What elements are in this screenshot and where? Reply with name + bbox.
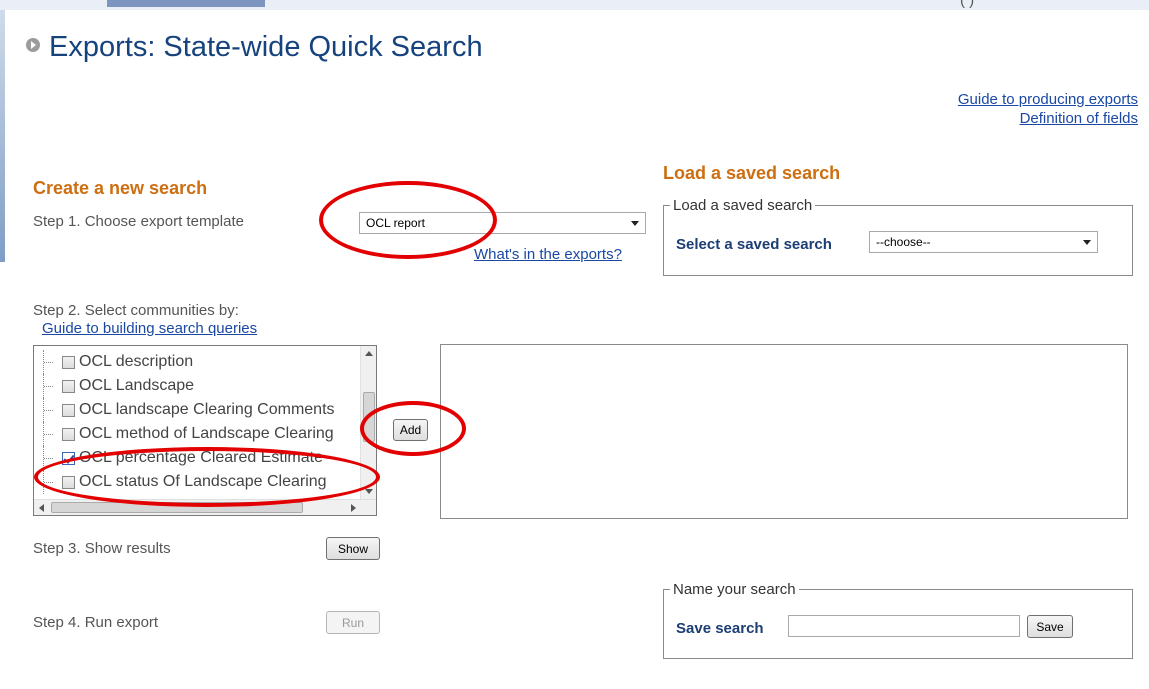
- active-tab-indicator: [107, 0, 265, 7]
- vertical-scrollbar[interactable]: [360, 346, 376, 499]
- tree-item[interactable]: OCL percentage Cleared Estimate: [40, 446, 323, 470]
- scroll-up-arrow-icon[interactable]: [365, 351, 373, 356]
- tree-item[interactable]: OCL method of Landscape Clearing: [40, 422, 334, 446]
- save-button[interactable]: Save: [1027, 615, 1073, 638]
- tree-connector-icon: [40, 350, 58, 374]
- page-title-text: Exports: State-wide Quick Search: [49, 31, 483, 63]
- top-paren-text: ( ): [960, 0, 975, 9]
- scroll-thumb[interactable]: [363, 392, 375, 442]
- select-saved-search-label: Select a saved search: [676, 236, 832, 253]
- scroll-thumb[interactable]: [51, 502, 303, 513]
- tree-connector-icon: [40, 398, 58, 422]
- run-button[interactable]: Run: [326, 611, 380, 634]
- saved-search-select[interactable]: --choose--: [869, 231, 1098, 253]
- guide-links: Guide to producing exports Definition of…: [958, 90, 1138, 128]
- left-accent-bar: [0, 10, 5, 262]
- tree-item-checkbox[interactable]: [62, 427, 75, 441]
- tree-connector-icon: [40, 422, 58, 446]
- page-title: Exports: State-wide Quick Search: [26, 31, 483, 64]
- create-new-search-heading: Create a new search: [33, 178, 208, 198]
- step4-label: Step 4. Run export: [33, 614, 159, 631]
- tree-item-checkbox[interactable]: [62, 475, 75, 489]
- scroll-down-arrow-icon[interactable]: [365, 489, 373, 494]
- tree-item-label: OCL Landscape: [79, 377, 195, 394]
- tree-item-label: OCL status Of Landscape Clearing: [79, 473, 327, 490]
- tree-item-label: OCL method of Landscape Clearing: [79, 425, 334, 442]
- tree-connector-icon: [40, 470, 58, 494]
- dropdown-arrow-icon: [631, 221, 639, 226]
- tree-connector-icon: [40, 374, 58, 398]
- guide-producing-exports-link[interactable]: Guide to producing exports: [958, 90, 1138, 109]
- top-strip: ( ): [0, 0, 1149, 10]
- step1-label: Step 1. Choose export template: [33, 213, 244, 230]
- load-saved-search-legend: Load a saved search: [673, 197, 813, 214]
- tree-item-label: OCL description: [79, 353, 194, 370]
- export-template-value: OCL report: [366, 216, 425, 230]
- step3-label: Step 3. Show results: [33, 540, 171, 557]
- tree-connector-icon: [40, 446, 58, 470]
- selected-criteria-box[interactable]: [440, 344, 1128, 519]
- definition-of-fields-link[interactable]: Definition of fields: [958, 109, 1138, 128]
- saved-search-value: --choose--: [876, 235, 931, 249]
- tree-item[interactable]: OCL Landscape: [40, 374, 194, 398]
- community-fields-tree[interactable]: OCL description OCL Landscape OCL landscap…: [33, 345, 377, 516]
- tree-item[interactable]: OCL status Of Landscape Clearing: [40, 470, 327, 494]
- horizontal-scrollbar[interactable]: [34, 499, 376, 515]
- tree-item-label: OCL landscape Clearing Comments: [79, 401, 335, 418]
- tree-item[interactable]: OCL landscape Clearing Comments: [40, 398, 335, 422]
- add-button[interactable]: Add: [393, 419, 428, 441]
- export-template-select[interactable]: OCL report: [359, 212, 646, 234]
- step2-label: Step 2. Select communities by:: [33, 302, 239, 319]
- save-search-input[interactable]: [788, 615, 1020, 637]
- load-saved-search-heading: Load a saved search: [663, 163, 841, 183]
- scroll-right-arrow-icon[interactable]: [351, 504, 356, 512]
- tree-item-checkbox[interactable]: [62, 355, 75, 369]
- tree-item[interactable]: OCL description: [40, 350, 193, 374]
- tree-item-checkbox[interactable]: [62, 451, 75, 465]
- whats-in-exports-link[interactable]: What's in the exports?: [474, 246, 622, 263]
- tree-item-checkbox[interactable]: [62, 403, 75, 417]
- bullet-arrow-icon: [26, 37, 40, 52]
- tree-item-checkbox[interactable]: [62, 379, 75, 393]
- show-button[interactable]: Show: [326, 537, 380, 560]
- dropdown-arrow-icon: [1083, 240, 1091, 245]
- tree-item-label: OCL percentage Cleared Estimate: [79, 449, 323, 466]
- name-your-search-legend: Name your search: [673, 581, 796, 598]
- tree-items: OCL description OCL Landscape OCL landscap…: [34, 346, 361, 499]
- save-search-label: Save search: [676, 620, 764, 637]
- guide-search-queries-link[interactable]: Guide to building search queries: [42, 320, 257, 337]
- scroll-left-arrow-icon[interactable]: [39, 504, 44, 512]
